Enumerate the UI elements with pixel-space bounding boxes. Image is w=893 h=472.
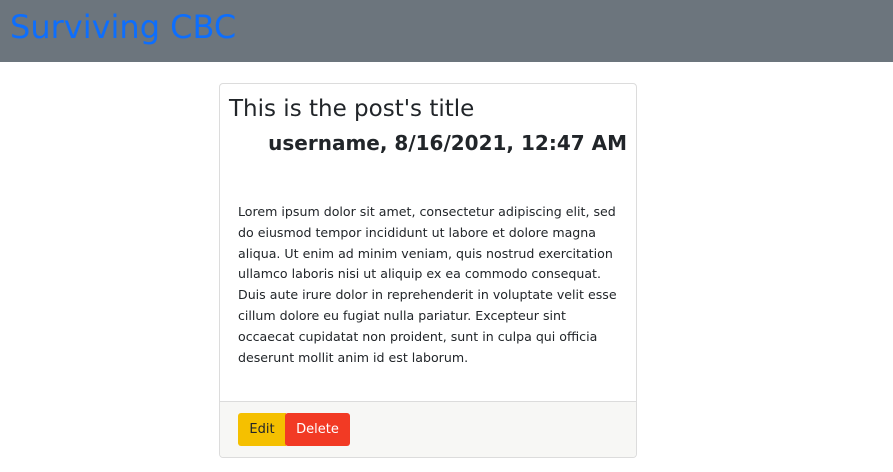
brand-link[interactable]: Surviving CBC: [10, 6, 236, 48]
post-title: This is the post's title: [229, 96, 475, 122]
post-card-footer: Edit Delete: [220, 401, 636, 457]
post-card: This is the post's title username, 8/16/…: [219, 83, 637, 458]
navbar: Surviving CBC: [0, 0, 893, 62]
edit-button[interactable]: Edit: [238, 413, 286, 446]
post-byline: username, 8/16/2021, 12:47 AM: [268, 131, 627, 155]
post-body: Lorem ipsum dolor sit amet, consectetur …: [238, 204, 617, 365]
delete-button[interactable]: Delete: [285, 413, 350, 446]
